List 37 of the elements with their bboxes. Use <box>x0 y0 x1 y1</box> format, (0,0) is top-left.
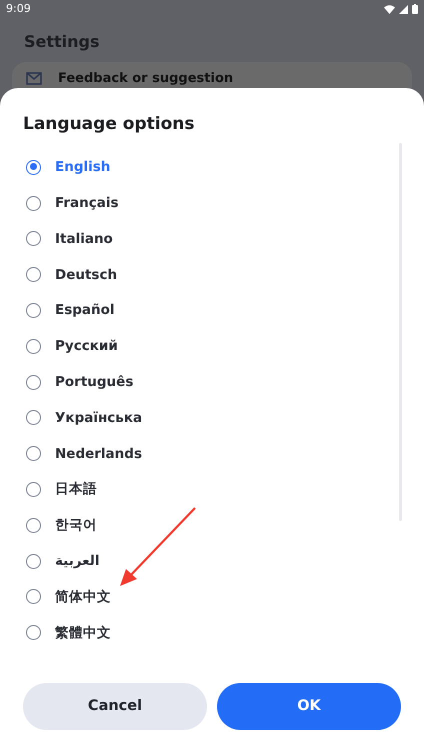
signal-icon <box>399 4 408 14</box>
language-option[interactable]: English <box>55 157 110 178</box>
language-option[interactable]: العربية <box>55 551 100 572</box>
language-option[interactable]: Français <box>55 193 119 214</box>
radio-button[interactable] <box>26 554 41 569</box>
language-option[interactable]: Українська <box>55 408 142 428</box>
ok-button[interactable]: OK <box>217 683 401 730</box>
radio-button[interactable] <box>26 589 41 604</box>
language-option[interactable]: Italiano <box>55 228 113 250</box>
radio-button[interactable] <box>26 410 41 426</box>
radio-button[interactable] <box>26 374 41 390</box>
radio-button[interactable] <box>26 338 41 354</box>
battery-icon <box>412 4 418 14</box>
language-option[interactable]: 日本語 <box>55 479 97 500</box>
language-option[interactable]: Русский <box>55 336 118 356</box>
language-option[interactable]: Deutsch <box>55 264 118 285</box>
language-option[interactable]: Nederlands <box>55 444 142 464</box>
radio-button[interactable] <box>26 482 41 498</box>
mail-icon <box>26 72 42 86</box>
radio-button[interactable] <box>26 446 41 462</box>
page-title: Settings <box>23 31 101 53</box>
radio-button[interactable] <box>26 518 41 533</box>
language-option[interactable]: 简体中文 <box>55 586 111 608</box>
radio-button[interactable] <box>26 196 41 211</box>
radio-button[interactable] <box>26 160 41 175</box>
status-time: 9:09 <box>6 0 31 17</box>
dialog-title: Language options <box>22 113 196 136</box>
cancel-button[interactable]: Cancel <box>23 683 207 730</box>
radio-button[interactable] <box>26 303 41 318</box>
radio-button[interactable] <box>26 231 41 246</box>
language-option[interactable]: Español <box>55 300 115 321</box>
language-option[interactable]: 繁體中文 <box>55 622 111 643</box>
language-option[interactable]: 한국어 <box>55 515 97 536</box>
wifi-icon <box>384 4 395 14</box>
radio-button[interactable] <box>26 625 41 640</box>
language-option[interactable]: Português <box>55 372 134 392</box>
radio-button[interactable] <box>26 267 41 282</box>
